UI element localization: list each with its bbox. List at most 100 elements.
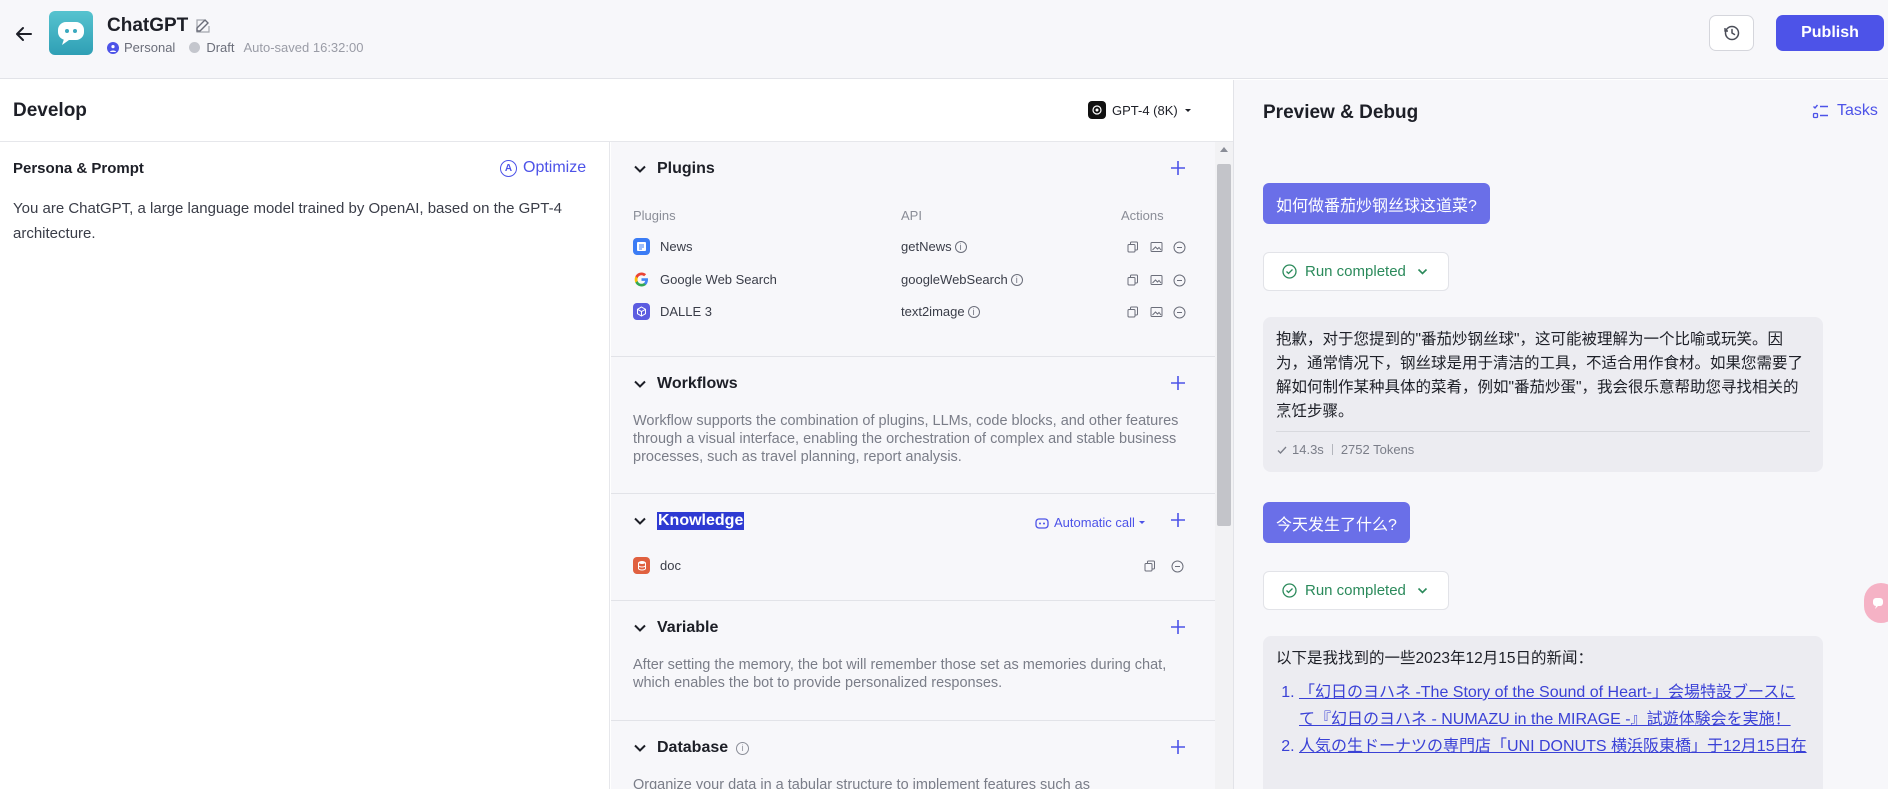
develop-header: Develop GPT-4 (8K) — [0, 80, 1233, 142]
scroll-up-arrow[interactable] — [1220, 147, 1228, 152]
knowledge-call-mode[interactable]: Automatic call — [1034, 515, 1147, 530]
bot-title: ChatGPT — [107, 15, 189, 36]
optimize-icon: A — [500, 159, 517, 177]
knowledge-header[interactable]: Knowledge — [633, 512, 745, 530]
plus-icon — [1171, 376, 1185, 390]
plugins-section: Plugins Plugins API Actions News getNews… — [611, 142, 1215, 357]
back-button[interactable] — [10, 20, 38, 48]
plus-icon — [1171, 161, 1185, 175]
dalle-icon — [633, 303, 650, 320]
floating-assistant-button[interactable] — [1864, 583, 1888, 623]
remove-icon[interactable] — [1171, 272, 1187, 288]
col-actions: Actions — [1121, 208, 1164, 223]
autosave-label: Auto-saved 16:32:00 — [243, 40, 364, 55]
plugin-row: DALLE 3 text2image i — [633, 300, 1193, 324]
edit-icon[interactable] — [194, 17, 212, 35]
workflows-header[interactable]: Workflows — [633, 375, 738, 393]
copy-icon[interactable] — [1125, 239, 1141, 255]
news-item[interactable]: 人気の生ドーナツの専門店「UNI DONUTS 横浜阪東橋」于12月15日在 — [1299, 733, 1810, 760]
tasks-label: Tasks — [1837, 102, 1878, 119]
answer-meta: 14.3s 2752 Tokens — [1276, 431, 1810, 457]
news-link[interactable]: 人気の生ドーナツの専門店「UNI DONUTS 横浜阪東橋」于12月15日在 — [1299, 738, 1807, 755]
answer-text: 抱歉，对于您提到的"番茄炒钢丝球"，这可能被理解为一个比喻或玩笑。因为，通常情况… — [1276, 331, 1804, 420]
image-settings-icon[interactable] — [1148, 272, 1164, 288]
bot-avatar[interactable] — [49, 11, 93, 55]
chat-bubble-icon — [58, 22, 84, 45]
check-circle-icon — [1282, 264, 1297, 279]
image-settings-icon[interactable] — [1148, 239, 1164, 255]
database-section: Database i Organize your data in a tabul… — [611, 721, 1215, 789]
variable-section: Variable After setting the memory, the b… — [611, 601, 1215, 721]
optimize-button[interactable]: A Optimize — [500, 159, 586, 177]
remove-icon[interactable] — [1171, 239, 1187, 255]
answer-duration: 14.3s — [1292, 442, 1324, 457]
bot-answer: 抱歉，对于您提到的"番茄炒钢丝球"，这可能被理解为一个比喻或玩笑。因为，通常情况… — [1263, 317, 1823, 472]
call-mode-label: Automatic call — [1054, 515, 1135, 530]
plugin-api: getNews — [901, 239, 952, 254]
workflows-description: Workflow supports the combination of plu… — [633, 413, 1179, 465]
status-label: Draft — [206, 40, 235, 55]
user-message: 如何做番茄炒钢丝球这道菜? — [1263, 183, 1490, 224]
add-database-button[interactable] — [1166, 735, 1190, 759]
copy-icon[interactable] — [1125, 304, 1141, 320]
history-button[interactable] — [1709, 15, 1754, 51]
preview-title: Preview & Debug — [1263, 102, 1419, 123]
database-description: Organize your data in a tabular structur… — [633, 777, 1090, 789]
chevron-down-icon — [634, 517, 646, 525]
add-variable-button[interactable] — [1166, 615, 1190, 639]
news-icon — [633, 238, 650, 255]
run-status-toggle[interactable]: Run completed — [1263, 252, 1449, 291]
document-icon — [633, 557, 650, 574]
plus-icon — [1171, 740, 1185, 754]
optimize-label: Optimize — [523, 159, 587, 176]
add-workflow-button[interactable] — [1166, 371, 1190, 395]
check-icon — [1277, 446, 1287, 454]
publish-button[interactable]: Publish — [1776, 15, 1884, 51]
run-status-label: Run completed — [1305, 582, 1406, 599]
scroll-thumb[interactable] — [1217, 164, 1231, 526]
prompt-textarea[interactable]: You are ChatGPT, a large language model … — [13, 196, 593, 246]
tasks-button[interactable]: Tasks — [1812, 102, 1878, 120]
plugin-api: googleWebSearch — [901, 272, 1008, 287]
skills-panel: Plugins Plugins API Actions News getNews… — [611, 142, 1215, 789]
status-dot — [189, 42, 201, 53]
info-icon[interactable]: i — [967, 305, 980, 318]
model-select[interactable]: GPT-4 (8K) — [1088, 101, 1194, 119]
copy-icon[interactable] — [1125, 272, 1141, 288]
bot-meta: Personal Draft Auto-saved 16:32:00 — [107, 40, 363, 55]
run-status-toggle[interactable]: Run completed — [1263, 571, 1449, 610]
check-circle-icon — [1282, 583, 1297, 598]
answer-tokens: 2752 Tokens — [1340, 442, 1415, 457]
info-icon[interactable]: i — [1010, 273, 1023, 286]
persona-panel: Persona & Prompt A Optimize You are Chat… — [0, 142, 610, 789]
remove-icon[interactable] — [1171, 304, 1187, 320]
knowledge-item: doc — [633, 554, 1193, 578]
info-icon[interactable]: i — [954, 240, 967, 253]
news-item[interactable]: 「幻日のヨハネ -The Story of the Sound of Heart… — [1299, 679, 1810, 733]
info-icon[interactable]: i — [736, 741, 750, 755]
space-label: Personal — [124, 40, 176, 55]
plus-icon — [1171, 620, 1185, 634]
copy-icon[interactable] — [1142, 558, 1158, 574]
top-bar: ChatGPT Personal Draft Auto-saved 16:32:… — [0, 0, 1888, 79]
user-message: 今天发生了什么? — [1263, 502, 1410, 543]
plugin-row: News getNews i — [633, 235, 1193, 259]
preview-panel: Preview & Debug Tasks 如何做番茄炒钢丝球这道菜? Run … — [1233, 80, 1888, 789]
variable-header[interactable]: Variable — [633, 619, 718, 637]
image-settings-icon[interactable] — [1148, 304, 1164, 320]
add-knowledge-button[interactable] — [1166, 508, 1190, 532]
database-header[interactable]: Database i — [633, 739, 750, 757]
skills-scrollbar[interactable] — [1215, 142, 1233, 789]
answer-intro: 以下是我找到的一些2023年12月15日的新闻： — [1276, 650, 1593, 667]
remove-icon[interactable] — [1169, 558, 1185, 574]
knowledge-title: Knowledge — [657, 512, 745, 530]
caret-down-icon — [1138, 520, 1145, 524]
tasks-icon — [1812, 104, 1828, 118]
plugin-name: DALLE 3 — [660, 304, 713, 319]
news-link[interactable]: 「幻日のヨハネ -The Story of the Sound of Heart… — [1299, 684, 1795, 728]
plugins-header[interactable]: Plugins — [633, 160, 715, 178]
chevron-down-icon — [634, 744, 646, 752]
chevron-down-icon — [634, 624, 646, 632]
history-icon — [1723, 25, 1739, 41]
add-plugin-button[interactable] — [1166, 156, 1190, 180]
